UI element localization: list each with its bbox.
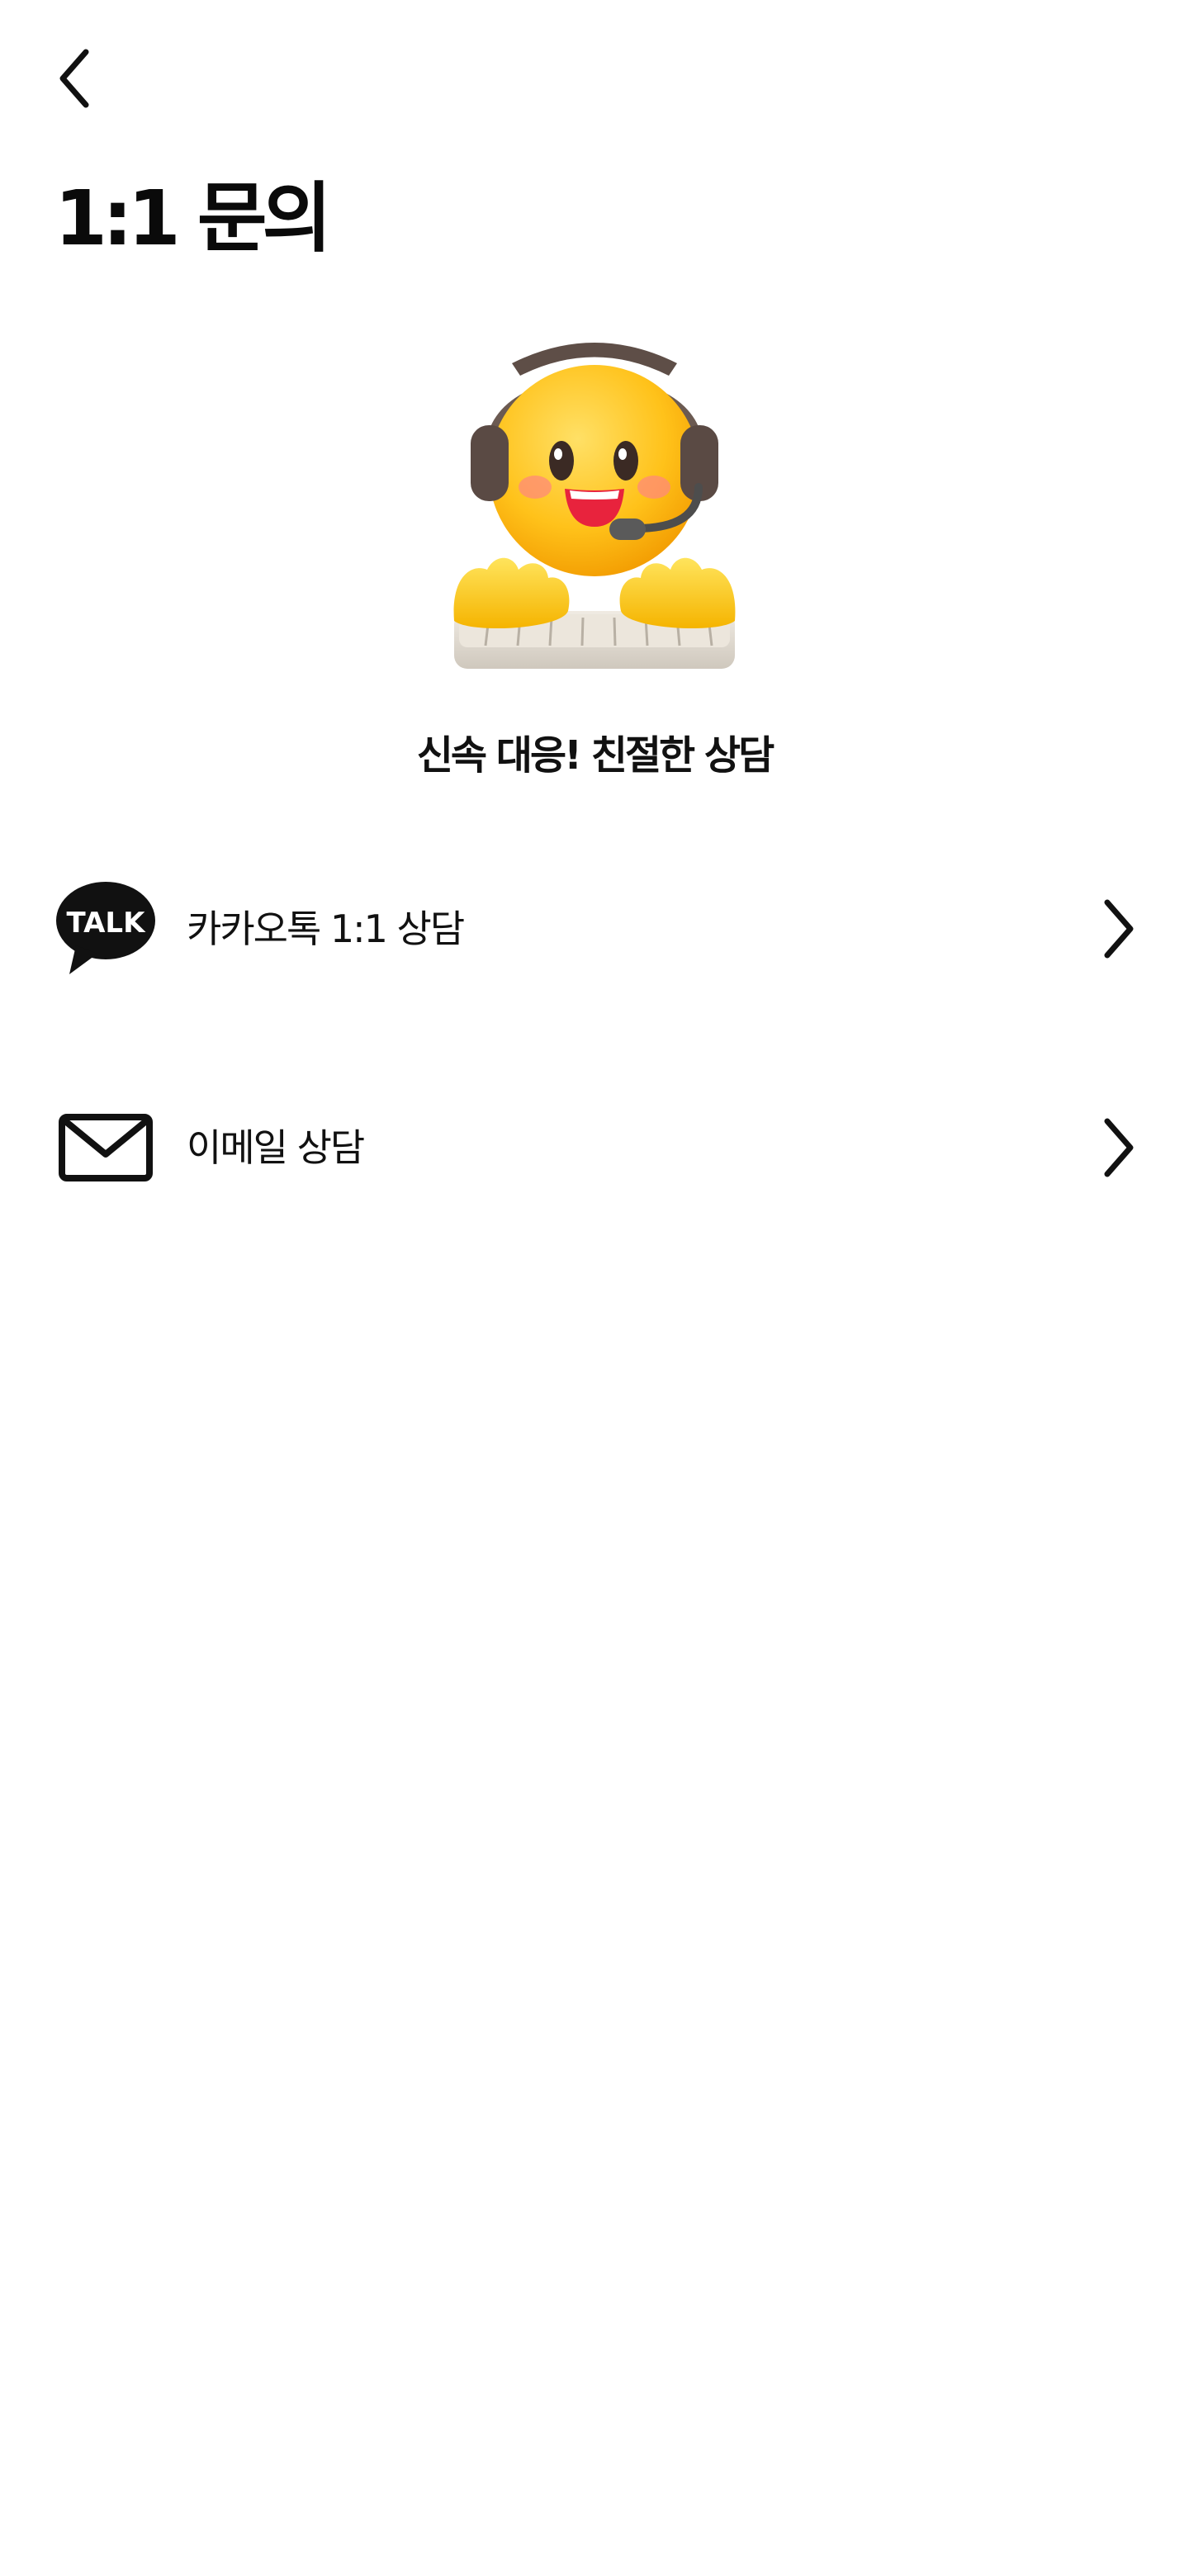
talk-bubble-text: TALK <box>67 907 147 940</box>
chevron-left-icon <box>59 49 89 108</box>
page-title: 1:1 문의 <box>54 174 332 263</box>
support-agent-illustration <box>453 343 736 669</box>
hero-tagline: 신속 대응! 친절한 상담 <box>416 732 775 779</box>
email-consult-row[interactable]: 이메일 상담 <box>0 1065 1189 1230</box>
kakaotalk-talk-bubble-icon: TALK <box>54 879 157 978</box>
back-button[interactable] <box>50 41 99 116</box>
chevron-right-icon <box>1094 1110 1144 1185</box>
chevron-right-icon <box>1094 892 1144 966</box>
envelope-icon <box>54 1098 157 1197</box>
kakaotalk-consult-row[interactable]: TALK 카카오톡 1:1 상담 <box>0 846 1189 1011</box>
kakaotalk-consult-label: 카카오톡 1:1 상담 <box>187 907 465 951</box>
email-consult-label: 이메일 상담 <box>187 1125 365 1170</box>
